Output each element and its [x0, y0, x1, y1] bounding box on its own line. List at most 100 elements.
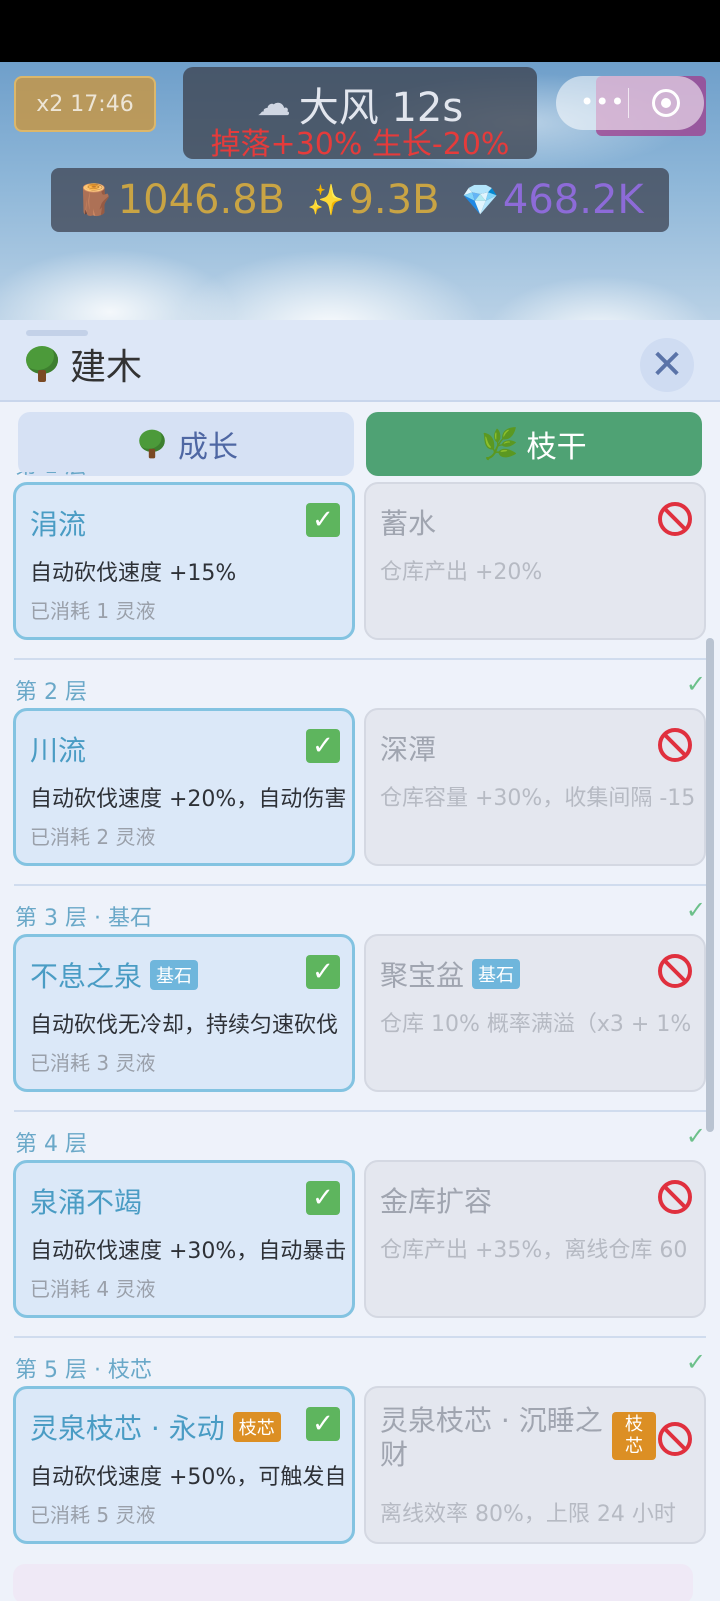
- talent-desc: 仓库产出 +20%: [380, 560, 543, 585]
- talent-name-row: 灵泉枝芯 · 沉睡之 财: [380, 1404, 603, 1472]
- wood-log-icon: 🪵: [76, 182, 114, 218]
- talent-cost: 已消耗 3 灵液: [30, 1051, 156, 1075]
- wood-amount: 1046.8B: [117, 177, 286, 223]
- talent-name: 蓄水: [380, 507, 437, 540]
- scrollbar[interactable]: [706, 638, 714, 1132]
- status-bar: [0, 0, 720, 62]
- layer-complete-check-icon: ✓: [685, 670, 706, 698]
- divider: [14, 884, 706, 886]
- talent-name: 泉涌不竭: [30, 1186, 143, 1219]
- jianmu-panel: 建木 ✕ 成长 🌿 枝干 第 1 层 ✓ 涓流 ✓ 自动砍伐速度 +15% 已消…: [0, 320, 720, 1601]
- forbidden-icon: [658, 728, 692, 762]
- forbidden-icon: [658, 1180, 692, 1214]
- layer-label: 第 3 层 · 基石: [15, 906, 152, 931]
- talent-name: 灵泉枝芯 · 永动: [30, 1412, 225, 1445]
- wood-resource: 🪵 1046.8B: [76, 177, 285, 223]
- gem-amount: 468.2K: [502, 177, 644, 223]
- talent-name: 金库扩容: [380, 1185, 493, 1218]
- talent-cost: 已消耗 1 灵液: [30, 599, 156, 623]
- talent-card-selected[interactable]: 泉涌不竭 ✓ 自动砍伐速度 +30%，自动暴击 已消耗 4 灵液: [13, 1160, 355, 1318]
- panel-title-text: 建木: [70, 347, 143, 388]
- talent-desc: 自动砍伐速度 +15%: [30, 561, 237, 586]
- talent-desc: 自动砍伐速度 +50%，可触发自: [30, 1465, 347, 1490]
- core-badge: 枝芯: [232, 1412, 281, 1442]
- talent-desc: 自动砍伐速度 +20%，自动伤害: [30, 787, 347, 812]
- talent-cost: 已消耗 5 灵液: [30, 1503, 156, 1527]
- talent-desc: 仓库容量 +30%，收集间隔 -15: [380, 786, 696, 811]
- tab-growth-label: 成长: [178, 430, 238, 465]
- exit-icon[interactable]: [652, 89, 680, 117]
- layer-3: 第 3 层 · 基石 ✓ 不息之泉 基石 ✓ 自动砍伐无冷却，持续匀速砍伐 已消…: [0, 884, 720, 1110]
- talent-card-locked[interactable]: 蓄水 仓库产出 +20%: [364, 482, 706, 640]
- wind-icon: ☁: [256, 84, 291, 124]
- talent-name: 不息之泉: [30, 960, 143, 993]
- checkmark-icon: ✓: [306, 1181, 340, 1215]
- spark-resource: ✨ 9.3B: [307, 177, 439, 223]
- more-icon[interactable]: •••: [580, 88, 625, 116]
- talent-cost: 已消耗 2 灵液: [30, 825, 156, 849]
- talent-cost: 已消耗 4 灵液: [30, 1277, 156, 1301]
- talent-card-selected[interactable]: 不息之泉 基石 ✓ 自动砍伐无冷却，持续匀速砍伐 已消耗 3 灵液: [13, 934, 355, 1092]
- branch-icon: 🌿: [481, 426, 519, 462]
- keystone-badge: 基石: [150, 960, 199, 990]
- forbidden-icon: [658, 954, 692, 988]
- drag-handle[interactable]: [26, 330, 88, 336]
- layer-2: 第 2 层 ✓ 川流 ✓ 自动砍伐速度 +20%，自动伤害 已消耗 2 灵液 深…: [0, 658, 720, 884]
- forbidden-icon: [658, 502, 692, 536]
- weather-banner: ☁ 大风 12s 掉落+30% 生长-20%: [183, 67, 537, 162]
- gem-icon: 💎: [461, 182, 499, 218]
- close-icon: ✕: [650, 342, 684, 388]
- talent-card-selected[interactable]: 灵泉枝芯 · 永动 枝芯 ✓ 自动砍伐速度 +50%，可触发自 已消耗 5 灵液: [13, 1386, 355, 1544]
- layer-complete-check-icon: ✓: [685, 1122, 706, 1150]
- talent-name: 深潭: [380, 733, 437, 766]
- talent-name: 灵泉枝芯 · 沉睡之: [380, 1404, 603, 1437]
- tab-branch-label: 枝干: [526, 430, 587, 465]
- talent-card-locked[interactable]: 灵泉枝芯 · 沉睡之 财 枝芯 离线效率 80%，上限 24 小时: [364, 1386, 706, 1544]
- close-button[interactable]: ✕: [640, 338, 694, 392]
- layer-label: 第 2 层: [15, 680, 87, 705]
- checkmark-icon: ✓: [306, 955, 340, 989]
- resource-bar: 🪵 1046.8B ✨ 9.3B 💎 468.2K: [51, 168, 669, 232]
- layer-complete-check-icon: ✓: [685, 896, 706, 924]
- tree-icon: [24, 344, 60, 384]
- tab-branch[interactable]: 🌿 枝干: [366, 412, 702, 476]
- talent-name: 川流: [30, 734, 87, 767]
- talent-card-locked[interactable]: 金库扩容 仓库产出 +35%，离线仓库 60: [364, 1160, 706, 1318]
- divider: [14, 1110, 706, 1112]
- layer-4: 第 4 层 ✓ 泉涌不竭 ✓ 自动砍伐速度 +30%，自动暴击 已消耗 4 灵液…: [0, 1110, 720, 1336]
- talent-desc: 仓库 10% 概率满溢（x3 + 1%: [380, 1012, 692, 1037]
- talent-card-selected[interactable]: 川流 ✓ 自动砍伐速度 +20%，自动伤害 已消耗 2 灵液: [13, 708, 355, 866]
- talent-desc: 自动砍伐速度 +30%，自动暴击: [30, 1239, 347, 1264]
- miniprogram-capsule: •••: [556, 76, 704, 130]
- talent-name-continued: 财: [380, 1438, 409, 1471]
- forbidden-icon: [658, 1422, 692, 1456]
- spark-amount: 9.3B: [348, 177, 440, 223]
- speed-timer-chip[interactable]: x2 17:46: [14, 76, 156, 132]
- checkmark-icon: ✓: [306, 729, 340, 763]
- talent-card-locked[interactable]: 聚宝盆 基石 仓库 10% 概率满溢（x3 + 1%: [364, 934, 706, 1092]
- talent-name: 聚宝盆: [380, 959, 465, 992]
- core-badge: 枝芯: [612, 1412, 656, 1460]
- layer-label: 第 4 层: [15, 1132, 87, 1157]
- layer-1: 第 1 层 ✓ 涓流 ✓ 自动砍伐速度 +15% 已消耗 1 灵液 蓄水 仓库产…: [0, 472, 720, 658]
- tree-icon: [138, 428, 167, 460]
- checkmark-icon: ✓: [306, 503, 340, 537]
- panel-title: 建木: [24, 338, 142, 390]
- talent-card-selected[interactable]: 涓流 ✓ 自动砍伐速度 +15% 已消耗 1 灵液: [13, 482, 355, 640]
- layer-complete-check-icon: ✓: [685, 1348, 706, 1376]
- keystone-badge: 基石: [472, 959, 521, 989]
- panel-header: 建木 ✕: [0, 320, 720, 402]
- divider: [14, 658, 706, 660]
- layer-label: 第 1 层: [15, 472, 87, 480]
- talent-name: 涓流: [30, 508, 87, 541]
- next-layer-card-partial: [13, 1564, 693, 1601]
- talent-name-row: 灵泉枝芯 · 永动 枝芯: [30, 1407, 281, 1447]
- sparkle-icon: ✨: [307, 182, 345, 218]
- layer-5: 第 5 层 · 枝芯 ✓ 灵泉枝芯 · 永动 枝芯 ✓ 自动砍伐速度 +50%，…: [0, 1336, 720, 1562]
- gem-resource: 💎 468.2K: [462, 177, 644, 223]
- talent-list[interactable]: 第 1 层 ✓ 涓流 ✓ 自动砍伐速度 +15% 已消耗 1 灵液 蓄水 仓库产…: [0, 472, 720, 1601]
- tab-growth[interactable]: 成长: [18, 412, 354, 476]
- talent-name-row: 不息之泉 基石: [30, 955, 199, 995]
- talent-desc: 仓库产出 +35%，离线仓库 60: [380, 1238, 688, 1263]
- talent-card-locked[interactable]: 深潭 仓库容量 +30%，收集间隔 -15: [364, 708, 706, 866]
